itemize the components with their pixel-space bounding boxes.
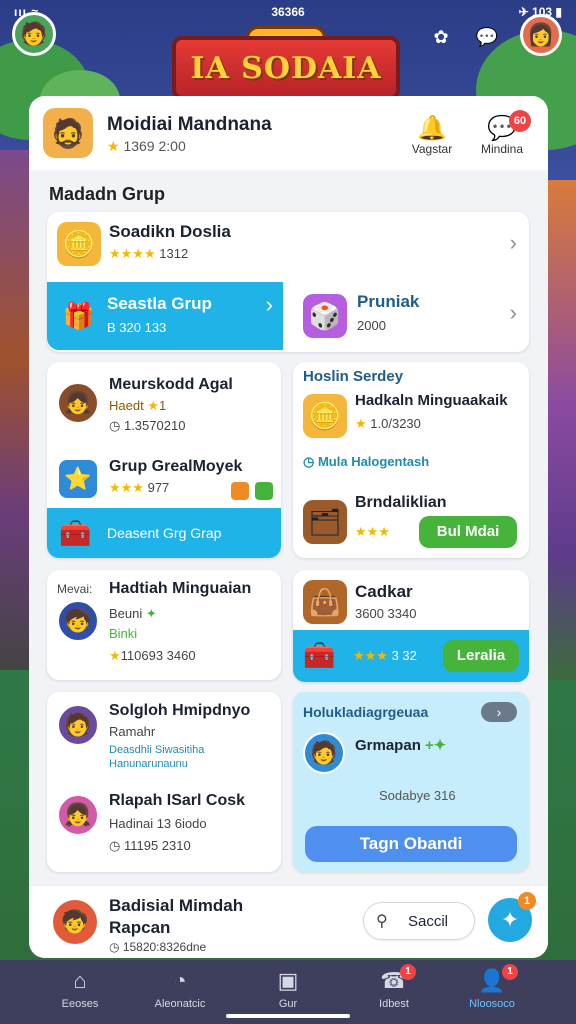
player-avatar[interactable]: 👧 [57, 382, 99, 424]
offer-card-2: 👜 Cadkar 3600 3340 🧰 ★★★ 3 32 Leralia [293, 570, 529, 682]
player-card-1: 👧 Meurskodd Agal Haedt ★1 ◷ 1.3570210 ⭐ … [47, 362, 281, 558]
mula-link[interactable]: ◷ Mula Halogentash [303, 454, 429, 470]
green-tag-icon[interactable] [255, 482, 273, 500]
player-card-2: Mevai: Hadtiah Minguaian 🧒 Beuni ✦ Binki… [47, 570, 281, 680]
deasent-grg-grap-button[interactable]: 🧰 Deasent Grg Grap [47, 508, 281, 558]
game-logo: IA SODAIA [172, 36, 400, 100]
chevron-right-icon: › [509, 230, 517, 255]
home-icon: ⌂ [73, 968, 87, 993]
chevron-right-icon: › [509, 300, 517, 325]
puzzle-icon[interactable]: ✿ [428, 24, 454, 50]
home-indicator[interactable] [226, 1014, 350, 1018]
profile-rating: ★ 1369 2:00 [107, 138, 186, 154]
section-title: Madadn Grup [49, 184, 165, 204]
hanunaru-link[interactable]: Hanunarunaunu [109, 758, 188, 770]
deasdhli-link[interactable]: Deasdhli Siwasitiha [109, 744, 204, 756]
logo-text: IA SODAIA [190, 50, 382, 86]
orange-tag-icon[interactable] [231, 482, 249, 500]
player-avatar[interactable]: 🧒 [57, 600, 99, 642]
main-panel: 🧔 Moidiai Mandnana ★ 1369 2:00 🔔 Vagstar… [29, 96, 548, 958]
profile-header: 🧔 Moidiai Mandnana ★ 1369 2:00 🔔 Vagstar… [29, 96, 548, 170]
star-icon: ★ [107, 138, 120, 154]
board-icon: 🗂 [303, 500, 347, 544]
player-avatar[interactable]: 👧 [57, 794, 99, 836]
status-bar: ııı ≈ 36366 ✈ 103 ▮ [0, 0, 576, 24]
coin-icon: 🪙 [57, 222, 101, 266]
chevron-right-icon: › [265, 292, 273, 317]
clock-icon: ◷ [303, 454, 318, 469]
nav-profile[interactable]: 👤 Nloosoco [452, 968, 532, 1010]
player-card-3: 🧑 Solgloh Hmipdnyo Ramahr Deasdhli Siwas… [47, 692, 281, 872]
sparkle-icon: ✦ [500, 907, 520, 932]
nav-chat[interactable]: ☎ Idbest [354, 968, 434, 1010]
friend-avatar[interactable]: 👩 [520, 14, 562, 56]
search-icon: ⚲ [376, 913, 388, 930]
bottom-profile-card: 🧒 Badisial Mimdah Rapcan ◷ 15820:8326dne… [29, 886, 548, 958]
bell-icon: 🔔 [417, 115, 447, 142]
star-badge-icon: ⭐ [57, 458, 99, 500]
chest-icon: 🧰 [303, 640, 336, 670]
bul-mdai-button[interactable]: Bul Mdai [419, 516, 517, 548]
treasure-chest-icon: 🎁 [62, 300, 96, 331]
cadkar-strip: 🧰 ★★★ 3 32 Leralia [293, 630, 529, 682]
header-button-1[interactable]: 🔔 Vagstar [397, 114, 467, 156]
clock-icon: ◷ [109, 940, 123, 954]
group-invite-card: Holukladiagrgeuaa › 🧑 Grmapan +✦ Sodabye… [293, 692, 529, 872]
player-avatar[interactable]: 🧒 [51, 898, 99, 946]
chat-badge: 1 [400, 964, 416, 980]
list-item-1[interactable]: 🪙 Soadikn Doslia ★★★★ 1312 › [47, 212, 529, 278]
toggle-chevron[interactable]: › [481, 702, 517, 722]
timer-icon: ◔ [173, 968, 187, 993]
nav-shop[interactable]: ▣ Gur [248, 968, 328, 1010]
list-item-3[interactable]: 🎲 Pruniak 2000 › [283, 282, 529, 350]
status-time: 36366 [271, 5, 305, 19]
tagn-obandi-button[interactable]: Tagn Obandi [305, 826, 517, 862]
player-avatar[interactable]: 🧑 [57, 704, 99, 746]
fab-badge: 1 [518, 892, 536, 910]
list-item-2-selected[interactable]: 🎁 Seastla Grup B 320 133 › [47, 282, 283, 350]
gold-coin-icon: 🪙 [303, 394, 347, 438]
bottom-nav: ⌂ Eeoses ◔ Aleonatcic ▣ Gur ☎ Idbest 1 👤… [0, 960, 576, 1024]
player-avatar[interactable]: 🧑 [12, 12, 56, 56]
chat-icon: ☎ [380, 968, 408, 993]
profile-avatar[interactable]: 🧔 [43, 108, 93, 158]
bag-icon: ▣ [277, 968, 299, 993]
chest-icon: 🧰 [59, 518, 92, 548]
leralia-button[interactable]: Leralia [443, 640, 519, 672]
search-button[interactable]: ⚲ Saccil [363, 902, 475, 940]
gift-box-icon: 🎲 [303, 294, 347, 338]
profile-name: Moidiai Mandnana [107, 114, 272, 135]
offer-card-1: Hoslin Serdey 🪙 Hadkaln Minguaakaik ★ 1.… [293, 362, 529, 558]
clock-icon: ◷ [109, 838, 124, 853]
bag-icon: 👜 [303, 580, 347, 624]
profile-badge: 1 [502, 964, 518, 980]
profile-icon: 👤 [478, 968, 506, 993]
nav-home[interactable]: ⌂ Eeoses [40, 968, 120, 1010]
clock-icon: ◷ [109, 418, 124, 433]
player-avatar[interactable]: 🧑 [303, 732, 345, 774]
chat-icon[interactable]: 💬 [474, 24, 500, 50]
nav-activity[interactable]: ◔ Aleonatcic [140, 968, 220, 1010]
group-list-card: 🪙 Soadikn Doslia ★★★★ 1312 › 🎁 Seastla G… [47, 212, 529, 352]
notification-badge: 60 [509, 110, 531, 132]
